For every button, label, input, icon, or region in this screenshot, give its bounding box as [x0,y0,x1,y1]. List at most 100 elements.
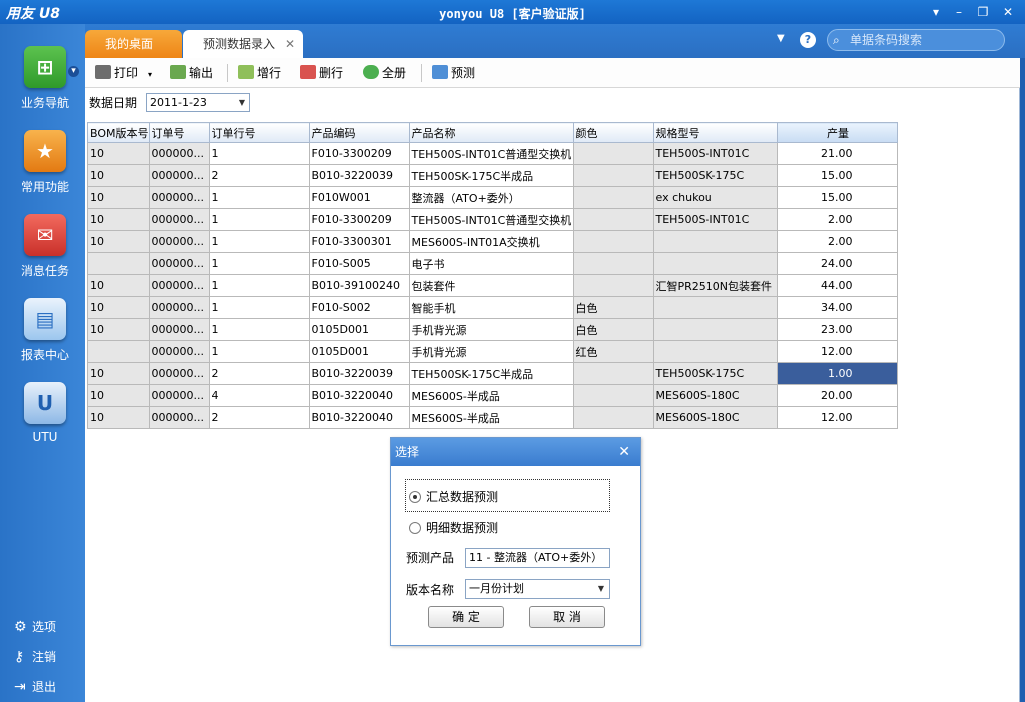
table-cell[interactable]: F010W001 [308,186,410,209]
table-cell[interactable] [572,274,654,297]
table-cell[interactable]: 0105D001 [308,340,410,363]
table-cell[interactable]: TEH500SK-175C [652,362,778,385]
table-cell[interactable]: 10 [87,230,150,253]
table-cell[interactable]: MES600S-180C [652,406,778,429]
add-row-button[interactable]: 增行 [238,64,281,82]
table-cell[interactable]: 10 [87,362,150,385]
table-cell[interactable]: 000000... [148,406,210,429]
table-cell[interactable]: TEH500SK-175C半成品 [408,164,574,187]
table-cell[interactable]: 2.00 [776,208,898,231]
table-cell[interactable]: 000000... [148,340,210,363]
radio-detail-forecast[interactable]: 明细数据预测 [409,519,498,536]
table-cell[interactable]: B010-3220039 [308,164,410,187]
table-cell[interactable]: 白色 [572,296,654,319]
delete-row-button[interactable]: 删行 [300,64,343,82]
close-icon[interactable]: ✕ [618,438,630,466]
table-row[interactable]: 10 000000... 2 B010-3220039 TEH500SK-175C半成品… [87,164,898,187]
table-cell[interactable]: MES600S-180C [652,384,778,407]
table-cell[interactable] [652,230,778,253]
table-cell[interactable]: 000000... [148,186,210,209]
table-cell[interactable] [572,208,654,231]
table-cell[interactable]: 4 [208,384,310,407]
table-cell[interactable]: 电子书 [408,252,574,275]
table-cell[interactable]: 1 [208,186,310,209]
table-cell[interactable]: 10 [87,318,150,341]
table-cell[interactable]: F010-3300209 [308,142,410,165]
sidebar-item-report-center[interactable]: ▤ 报表中心 [8,298,82,363]
table-cell[interactable] [572,362,654,385]
table-cell[interactable]: 0105D001 [308,318,410,341]
table-cell[interactable]: 000000... [148,362,210,385]
table-cell[interactable]: 15.00 [776,186,898,209]
table-cell[interactable]: 000000... [148,318,210,341]
table-cell[interactable]: 手机背光源 [408,318,574,341]
date-field[interactable]: 2011-1-23 ▼ [146,93,250,112]
table-cell[interactable]: 000000... [148,252,210,275]
sidebar-item-common-functions[interactable]: ★ 常用功能 [8,130,82,195]
table-cell[interactable]: 2 [208,362,310,385]
tab-close-icon[interactable]: ✕ [285,30,295,58]
table-cell[interactable]: 1 [208,208,310,231]
column-header[interactable]: 产量 [776,122,898,143]
column-header[interactable]: 订单号 [148,122,210,143]
table-cell[interactable] [572,230,654,253]
radio-summary-forecast[interactable]: 汇总数据预测 [409,488,498,505]
table-row[interactable]: 10 000000... 2 B010-3220040 MES600S-半成品 MES60… [87,406,898,429]
table-cell[interactable]: 34.00 [776,296,898,319]
table-cell[interactable] [572,186,654,209]
table-cell[interactable]: B010-3220040 [308,384,410,407]
table-cell[interactable] [572,384,654,407]
table-cell[interactable]: F010-S002 [308,296,410,319]
sidebar-item-messages[interactable]: ✉ 消息任务 [8,214,82,279]
sidebar-exit[interactable]: ⇥ 退出 [14,678,56,695]
table-row[interactable]: 000000... 1 F010-S005 电子书 24.00 [87,252,898,275]
table-cell[interactable]: 20.00 [776,384,898,407]
table-cell[interactable]: 000000... [148,384,210,407]
table-cell[interactable]: 10 [87,296,150,319]
table-cell[interactable] [87,252,150,275]
table-cell[interactable] [572,164,654,187]
table-cell[interactable]: 2.00 [776,230,898,253]
table-cell[interactable]: 000000... [148,208,210,231]
product-field[interactable]: 11 - 整流器（ATO+委外） [465,548,610,568]
table-cell[interactable]: ex chukou [652,186,778,209]
table-cell[interactable]: 2 [208,164,310,187]
table-cell[interactable]: 000000... [148,274,210,297]
tab-list-dropdown-icon[interactable]: ▼ [777,33,785,44]
table-cell[interactable]: 15.00 [776,164,898,187]
help-icon[interactable]: ? [800,32,816,48]
table-cell[interactable]: 整流器（ATO+委外） [408,186,574,209]
window-restore-icon[interactable]: ❐ [974,3,992,21]
table-cell[interactable]: 10 [87,208,150,231]
sidebar-logout[interactable]: ⚷ 注销 [14,648,56,665]
table-row[interactable]: 10 000000... 2 B010-3220039 TEH500SK-175C半成品… [87,362,898,385]
select-all-button[interactable]: 全册 [363,64,406,82]
table-row[interactable]: 10 000000... 1 B010-39100240 包装套件 汇智PR2510N包装… [87,274,898,297]
sidebar-item-business-nav[interactable]: ⊞ 业务导航 [8,46,82,111]
chevron-down-icon[interactable]: ▼ [239,94,245,111]
version-select[interactable]: 一月份计划 ▼ [465,579,610,599]
table-row[interactable]: 10 000000... 1 F010W001 整流器（ATO+委外） ex chukou… [87,186,898,209]
window-close-icon[interactable]: ✕ [999,3,1017,21]
table-cell[interactable]: F010-3300301 [308,230,410,253]
tab-my-desktop[interactable]: 我的桌面 [85,30,182,58]
table-cell[interactable]: 1.00 [776,362,898,385]
table-cell[interactable]: 10 [87,164,150,187]
table-cell[interactable]: 000000... [148,230,210,253]
table-cell[interactable]: 44.00 [776,274,898,297]
table-cell[interactable]: 1 [208,230,310,253]
sidebar-options[interactable]: ⚙ 选项 [14,618,56,635]
table-cell[interactable]: MES600S-INT01A交换机 [408,230,574,253]
table-cell[interactable]: 10 [87,406,150,429]
table-cell[interactable]: 21.00 [776,142,898,165]
table-cell[interactable]: 000000... [148,164,210,187]
table-row[interactable]: 10 000000... 1 F010-3300209 TEH500S-INT01C普通… [87,142,898,165]
table-cell[interactable]: 12.00 [776,340,898,363]
cancel-button[interactable]: 取 消 [529,606,605,628]
table-cell[interactable]: MES600S-半成品 [408,406,574,429]
table-cell[interactable] [652,296,778,319]
table-cell[interactable]: 1 [208,296,310,319]
table-row[interactable]: 10 000000... 1 F010-3300209 TEH500S-INT01C普通… [87,208,898,231]
table-cell[interactable]: 24.00 [776,252,898,275]
table-cell[interactable] [572,406,654,429]
